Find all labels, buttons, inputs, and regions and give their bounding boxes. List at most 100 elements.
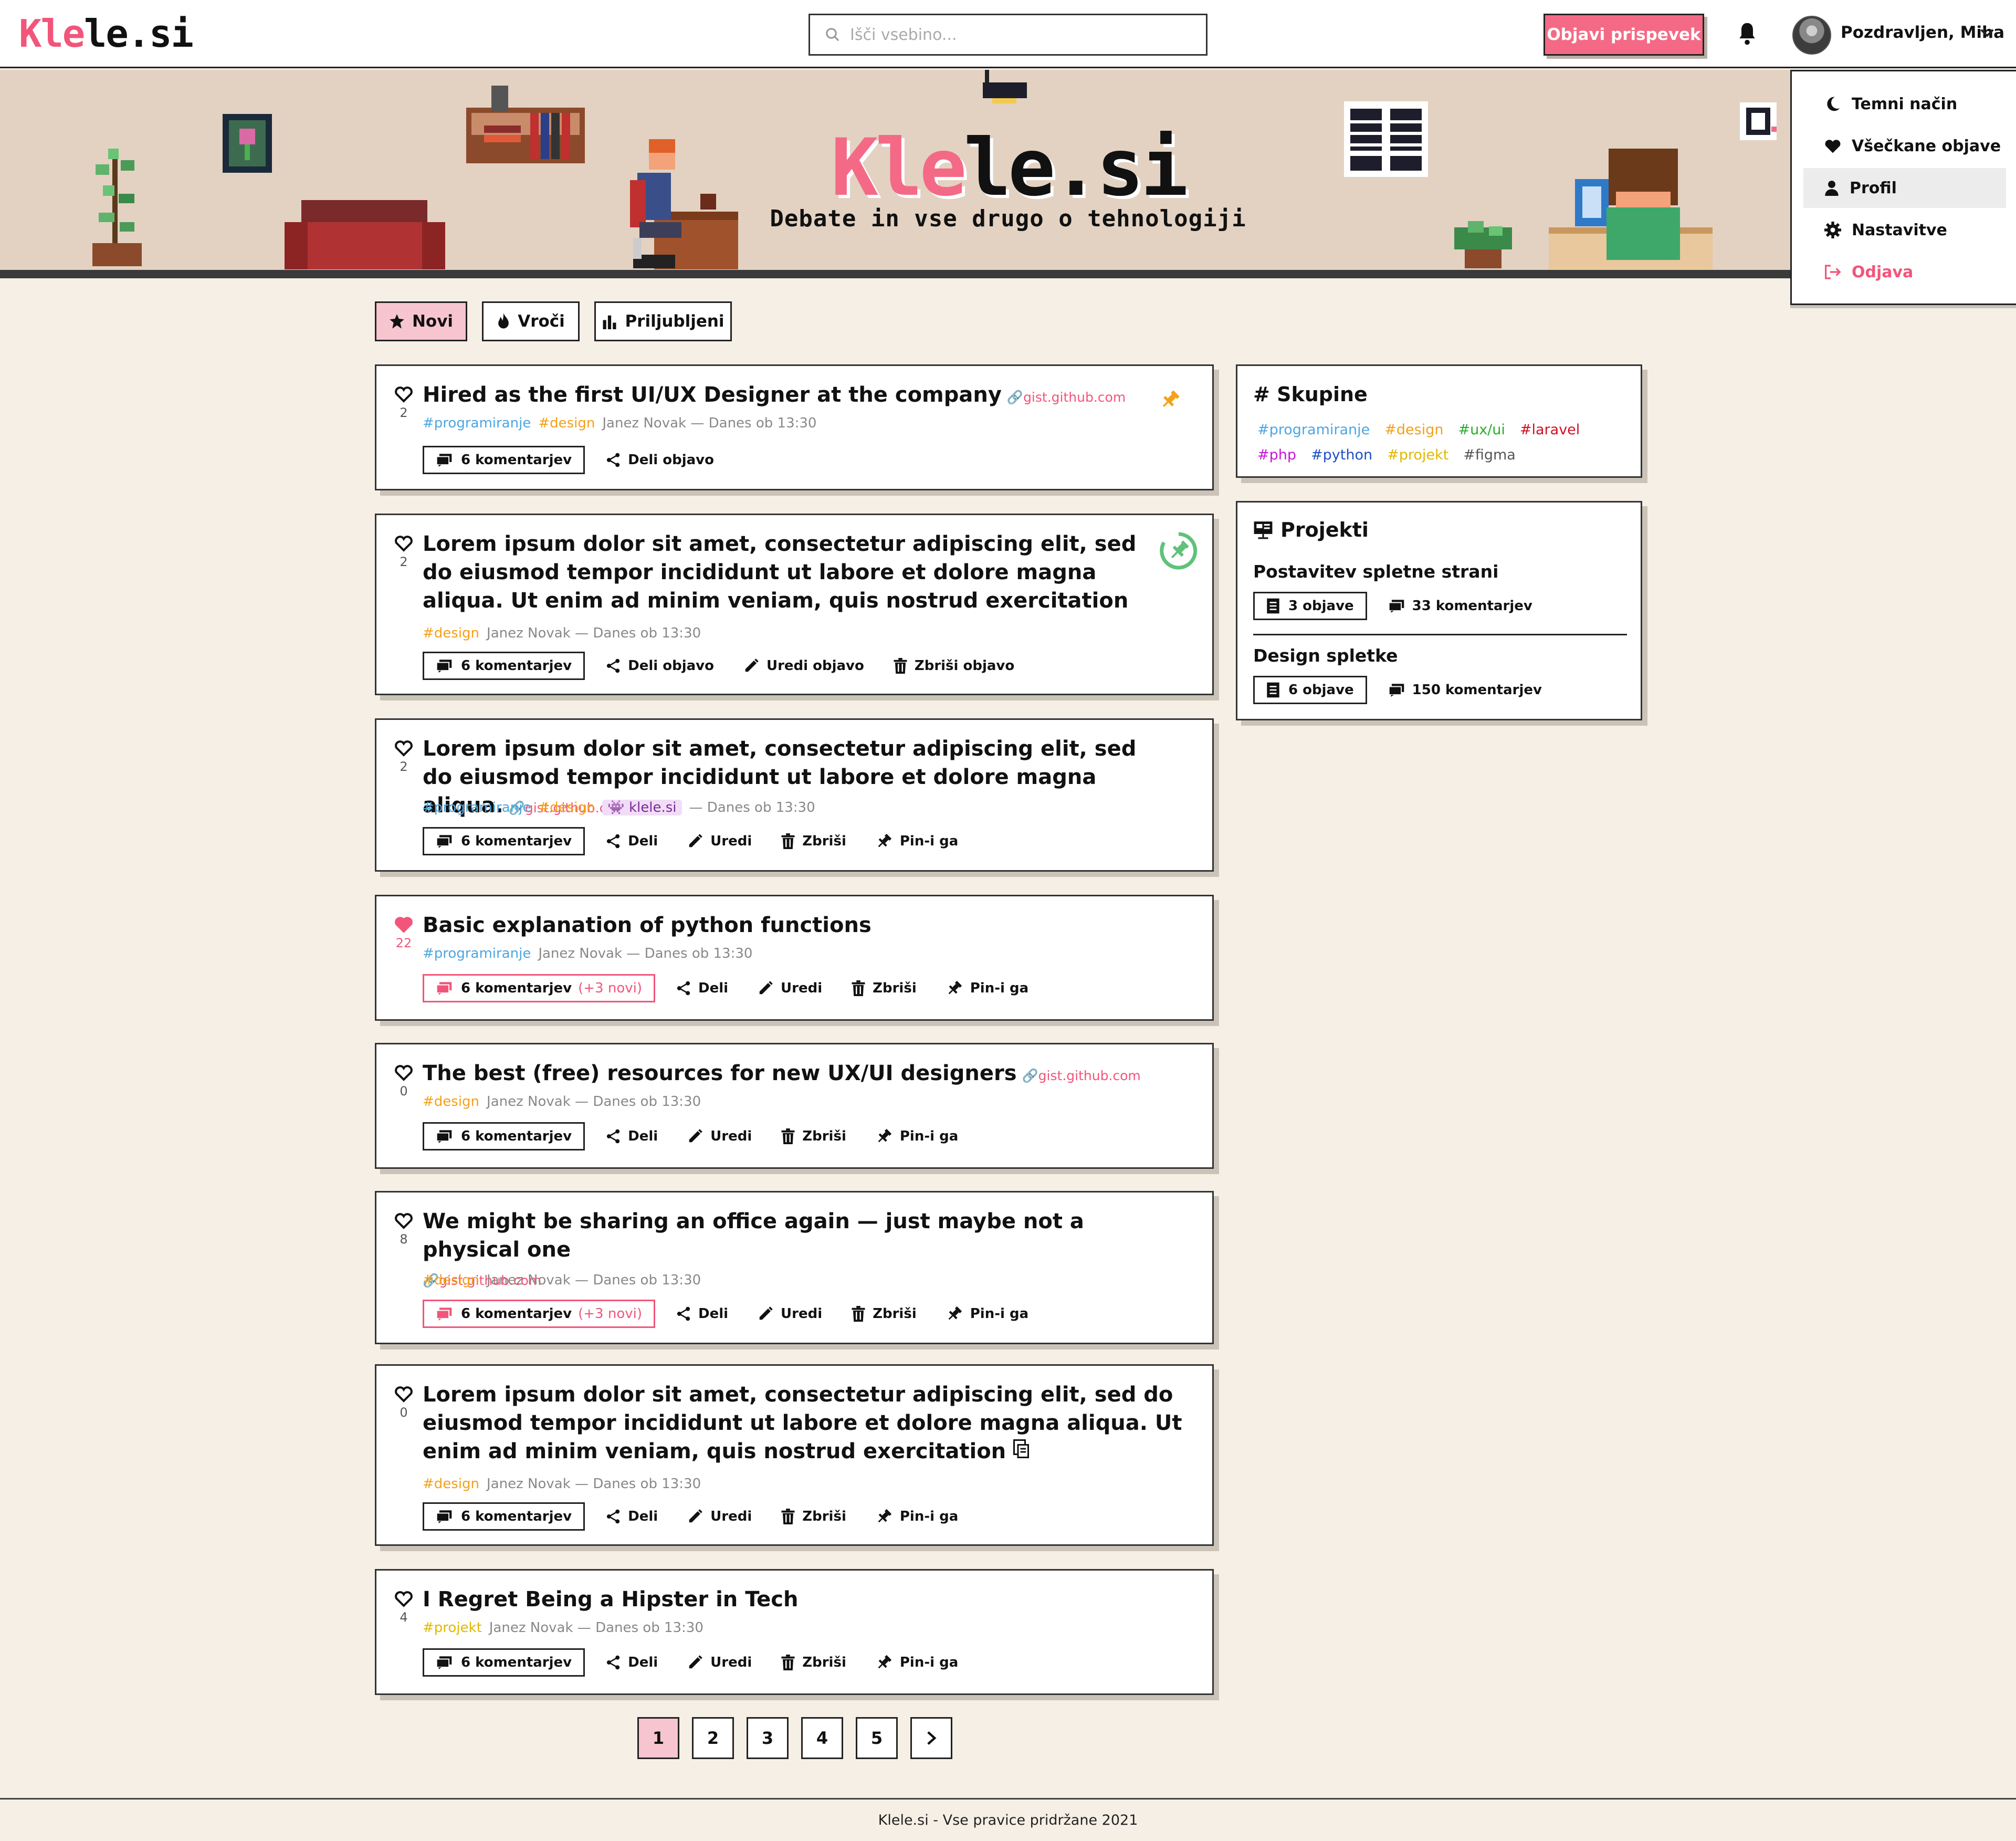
share-button[interactable]: Deli <box>606 1128 658 1144</box>
post-card[interactable]: 2 Hired as the first UI/UX Designer at t… <box>375 364 1214 490</box>
delete-button[interactable]: Zbriši <box>781 1128 846 1144</box>
group-tag[interactable]: #figma <box>1463 443 1516 468</box>
edit-button[interactable]: Uredi <box>687 1128 752 1144</box>
share-button[interactable]: Deli <box>606 833 658 849</box>
comments-button[interactable]: 6 komentarjev <box>423 1502 585 1531</box>
next-page-button[interactable] <box>910 1717 952 1759</box>
group-badge[interactable]: 👾 klele.si <box>602 800 682 815</box>
menu-item-liked-posts[interactable]: Všečkane objave <box>1803 126 2006 166</box>
post-author[interactable]: Janez Novak <box>538 946 622 961</box>
tab-hot[interactable]: Vroči <box>482 301 580 341</box>
post-author[interactable]: Janez Novak <box>487 625 571 641</box>
pin-toggle-icon[interactable] <box>1158 530 1200 572</box>
like-button[interactable]: 2 <box>392 739 415 775</box>
search-input[interactable]: Išči vsebino... <box>808 14 1208 56</box>
post-title[interactable]: The best (free) resources for new UX/UI … <box>423 1059 1184 1090</box>
pin-button[interactable]: Pin-i ga <box>876 833 958 850</box>
post-title[interactable]: Lorem ipsum dolor sit amet, consectetur … <box>423 530 1158 615</box>
like-button[interactable]: 2 <box>392 385 415 421</box>
comments-button[interactable]: 6 komentarjev <box>423 1648 585 1677</box>
post-title[interactable]: I Regret Being a Hipster in Tech <box>423 1585 1184 1614</box>
post-author[interactable]: Janez Novak <box>487 1094 571 1110</box>
edit-button[interactable]: Uredi <box>687 1509 752 1524</box>
page-button[interactable]: 4 <box>801 1717 843 1759</box>
like-button[interactable]: 2 <box>392 534 415 570</box>
comments-button[interactable]: 6 komentarjev (+3 novi) <box>423 1300 655 1328</box>
group-tag[interactable]: #php <box>1257 443 1296 468</box>
tag[interactable]: #programiranje <box>423 946 531 961</box>
comments-button[interactable]: 6 komentarjev <box>423 652 585 680</box>
pin-button[interactable]: Pin-i ga <box>876 1128 958 1145</box>
menu-item-dark-mode[interactable]: Temni način <box>1803 84 2006 124</box>
project-name[interactable]: Design spletke <box>1253 645 1398 666</box>
bell-icon[interactable] <box>1736 21 1759 46</box>
delete-button[interactable]: Zbriši <box>852 1306 917 1322</box>
menu-item-settings[interactable]: Nastavitve <box>1803 210 2006 250</box>
tag[interactable]: #projekt <box>423 1620 482 1636</box>
share-button[interactable]: Deli objavo <box>606 658 714 674</box>
edit-button[interactable]: Uredi <box>687 833 752 849</box>
tag[interactable]: #design <box>423 1094 479 1110</box>
post-card[interactable]: 22 Basic explanation of python functions… <box>375 895 1214 1021</box>
page-button[interactable]: 1 <box>637 1717 679 1759</box>
like-button[interactable]: 0 <box>392 1385 415 1420</box>
project-comments[interactable]: 33 komentarjev <box>1388 598 1532 614</box>
post-card[interactable]: 2 Lorem ipsum dolor sit amet, consectetu… <box>375 718 1214 872</box>
post-card[interactable]: 0 Lorem ipsum dolor sit amet, consectetu… <box>375 1364 1214 1546</box>
tag[interactable]: #design <box>538 800 595 815</box>
project-comments[interactable]: 150 komentarjev <box>1388 682 1542 698</box>
group-tag[interactable]: #ux/ui <box>1458 417 1505 443</box>
tag[interactable]: #programiranje <box>423 800 531 815</box>
pin-button[interactable]: Pin-i ga <box>876 1654 958 1671</box>
edit-button[interactable]: Uredi <box>687 1655 752 1670</box>
group-tag[interactable]: #laravel <box>1520 417 1580 443</box>
post-author[interactable]: Janez Novak <box>489 1620 573 1636</box>
share-button[interactable]: Deli <box>676 1306 728 1322</box>
logo[interactable]: Klele.si <box>19 12 194 56</box>
post-author[interactable]: Janez Novak <box>602 415 686 431</box>
tab-new[interactable]: Novi <box>375 301 467 341</box>
share-button[interactable]: Deli <box>676 980 728 996</box>
pin-button[interactable]: Pin-i ga <box>946 1305 1028 1322</box>
tag[interactable]: #design <box>423 625 479 641</box>
comments-button[interactable]: 6 komentarjev <box>423 1122 585 1150</box>
share-button[interactable]: Deli <box>606 1655 658 1670</box>
tag[interactable]: #programiranje <box>423 415 531 431</box>
tag[interactable]: #design <box>423 1476 479 1492</box>
comments-button[interactable]: 6 komentarjev <box>423 446 585 474</box>
post-author[interactable]: Janez Novak <box>487 1272 571 1288</box>
delete-button[interactable]: Zbriši <box>781 1509 846 1524</box>
page-button[interactable]: 3 <box>747 1717 789 1759</box>
post-title[interactable]: Hired as the first UI/UX Designer at the… <box>423 381 1184 412</box>
group-tag[interactable]: #design <box>1384 417 1443 443</box>
project-posts-button[interactable]: 3 objave <box>1253 592 1367 620</box>
group-tag[interactable]: #projekt <box>1387 443 1448 468</box>
project-name[interactable]: Postavitev spletne strani <box>1253 561 1498 582</box>
post-title[interactable]: Basic explanation of python functions <box>423 911 1184 939</box>
post-card[interactable]: 4 I Regret Being a Hipster in Tech #proj… <box>375 1569 1214 1695</box>
like-button[interactable]: 8 <box>392 1211 415 1247</box>
page-button[interactable]: 5 <box>856 1717 898 1759</box>
post-link[interactable]: 🔗gist.github.com <box>1007 390 1126 405</box>
tab-popular[interactable]: Priljubljeni <box>594 301 732 341</box>
post-card[interactable]: 2 Lorem ipsum dolor sit amet, consectetu… <box>375 514 1214 695</box>
pin-button[interactable]: Pin-i ga <box>946 980 1028 997</box>
edit-button[interactable]: Uredi <box>758 980 822 996</box>
chevron-down-icon[interactable] <box>1979 27 1995 39</box>
tag[interactable]: #design <box>538 415 595 431</box>
delete-button[interactable]: Zbriši <box>781 1655 846 1670</box>
page-button[interactable]: 2 <box>692 1717 734 1759</box>
like-button[interactable]: 4 <box>392 1589 415 1625</box>
delete-button[interactable]: Zbriši <box>852 980 917 996</box>
group-tag[interactable]: #python <box>1311 443 1372 468</box>
delete-button[interactable]: Zbriši objavo <box>894 658 1014 674</box>
post-author[interactable]: Janez Novak <box>487 1476 571 1492</box>
delete-button[interactable]: Zbriši <box>781 833 846 849</box>
new-post-button[interactable]: Objavi prispevek <box>1544 14 1704 56</box>
tag[interactable]: #design <box>423 1272 479 1288</box>
group-tag[interactable]: #programiranje <box>1257 417 1370 443</box>
avatar[interactable] <box>1792 16 1831 55</box>
menu-item-logout[interactable]: Odjava <box>1803 252 2006 292</box>
comments-button[interactable]: 6 komentarjev <box>423 827 585 855</box>
share-button[interactable]: Deli <box>606 1509 658 1524</box>
